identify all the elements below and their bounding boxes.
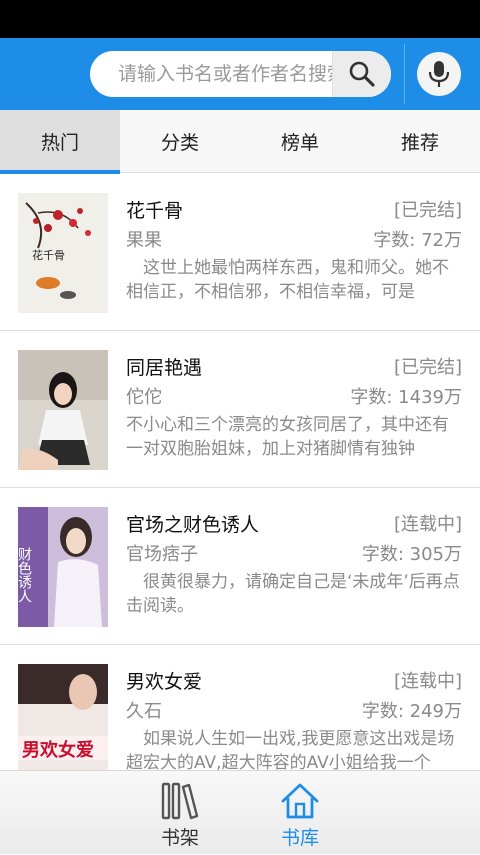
book-title: 花千骨 (126, 200, 184, 222)
book-cover: 男欢女爱 (18, 664, 108, 770)
book-cover: 财色诱人 (18, 507, 108, 627)
home-icon (281, 783, 319, 819)
book-description: 不小心和三个漂亮的女孩同居了，其中还有一对双胞胎姐妹，加上对猪脚情有独钟 (126, 415, 449, 459)
book-description: 很黄很暴力，请确定自己是‘未成年’后再点击阅读。 (126, 572, 460, 616)
book-status: [已完结] (393, 357, 462, 378)
search-button[interactable] (332, 51, 391, 97)
book-author: 佗佗 (126, 387, 162, 408)
book-item[interactable]: 花千骨 花千骨 [已完结] 果果 字数: 72万 这世上她最怕两样东西，鬼和师父… (0, 174, 480, 331)
nav-library-label: 书库 (280, 827, 319, 849)
book-list: 花千骨 花千骨 [已完结] 果果 字数: 72万 这世上她最怕两样东西，鬼和师父… (0, 174, 480, 770)
microphone-icon (428, 61, 450, 87)
book-item[interactable]: 男欢女爱 男欢女爱 [连载中] 久石 字数: 249万 如果说人生如一出戏,我更… (0, 645, 480, 770)
book-cover: 花千骨 (18, 193, 108, 313)
book-author: 官场痞子 (126, 544, 198, 565)
search-input[interactable] (90, 51, 332, 97)
nav-bookshelf[interactable]: 书架 (120, 771, 240, 855)
nav-library[interactable]: 书库 (240, 771, 360, 855)
voice-search-button[interactable] (417, 52, 461, 96)
book-cover (18, 350, 108, 470)
nav-bookshelf-label: 书架 (160, 827, 199, 849)
cover-title-text: 男欢女爱 (22, 739, 94, 761)
book-author: 久石 (126, 701, 162, 722)
book-title: 官场之财色诱人 (126, 514, 260, 536)
book-title: 男欢女爱 (126, 671, 203, 693)
tab-hot[interactable]: 热门 (0, 110, 120, 174)
header-divider (404, 44, 405, 104)
tab-category[interactable]: 分类 (120, 110, 240, 173)
tab-recommend[interactable]: 推荐 (360, 110, 480, 173)
book-word-count: 字数: 305万 (361, 544, 462, 565)
cover-title-text: 财色诱人 (18, 547, 32, 603)
search-icon (349, 61, 375, 87)
book-item[interactable]: 财色诱人 官场之财色诱人 [连载中] 官场痞子 字数: 305万 很黄很暴力，请… (0, 488, 480, 645)
cover-title-text: 花千骨 (32, 249, 65, 262)
search-box (90, 51, 391, 97)
book-status: [连载中] (393, 671, 462, 692)
header-bar (0, 38, 480, 110)
book-description: 这世上她最怕两样东西，鬼和师父。她不相信正，不相信邪，不相信幸福，可是 (126, 258, 449, 302)
book-description: 如果说人生如一出戏,我更愿意这出戏是场超宏大的AV,超大阵容的AV小姐给我一个 (126, 729, 455, 770)
book-title: 同居艳遇 (126, 357, 203, 379)
status-bar (0, 0, 480, 38)
bottom-navigation: 书架 书库 (0, 770, 480, 854)
book-status: [已完结] (393, 200, 462, 221)
category-tabs: 热门 分类 榜单 推荐 (0, 110, 480, 174)
book-author: 果果 (126, 230, 162, 251)
bookshelf-icon (161, 782, 199, 820)
book-word-count: 字数: 249万 (361, 701, 462, 722)
book-word-count: 字数: 72万 (373, 230, 462, 251)
book-word-count: 字数: 1439万 (350, 387, 462, 408)
tab-ranking[interactable]: 榜单 (240, 110, 360, 173)
book-status: [连载中] (393, 514, 462, 535)
book-item[interactable]: 同居艳遇 [已完结] 佗佗 字数: 1439万 不小心和三个漂亮的女孩同居了，其… (0, 331, 480, 488)
